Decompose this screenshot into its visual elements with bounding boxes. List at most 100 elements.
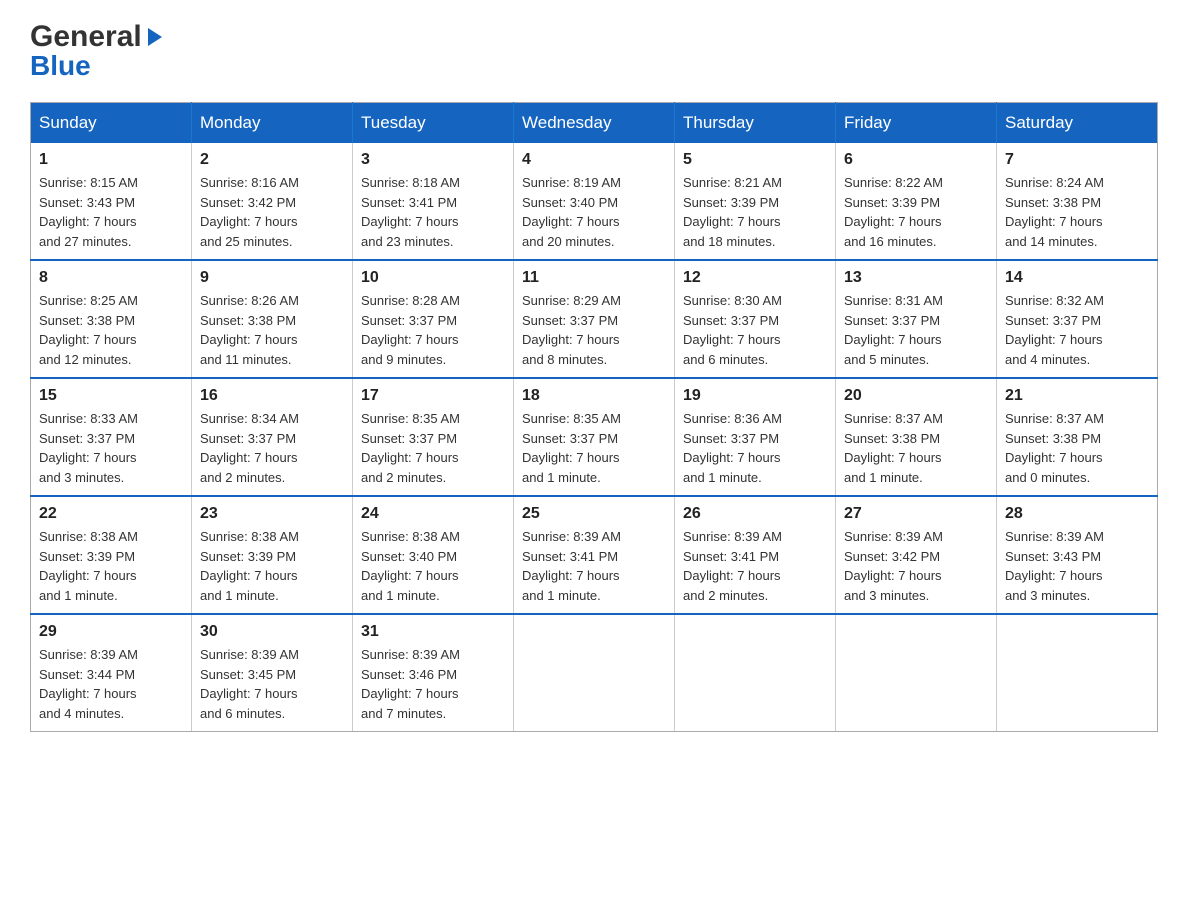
day-number: 9 (200, 269, 344, 287)
weekday-header-friday: Friday (836, 103, 997, 144)
weekday-header-tuesday: Tuesday (353, 103, 514, 144)
day-number: 31 (361, 623, 505, 641)
calendar-header: SundayMondayTuesdayWednesdayThursdayFrid… (31, 103, 1158, 144)
calendar-cell: 11 Sunrise: 8:29 AM Sunset: 3:37 PM Dayl… (514, 260, 675, 378)
day-number: 11 (522, 269, 666, 287)
day-number: 7 (1005, 151, 1149, 169)
calendar-cell: 15 Sunrise: 8:33 AM Sunset: 3:37 PM Dayl… (31, 378, 192, 496)
calendar-week-row: 22 Sunrise: 8:38 AM Sunset: 3:39 PM Dayl… (31, 496, 1158, 614)
day-number: 22 (39, 505, 183, 523)
calendar-cell (997, 614, 1158, 732)
day-info: Sunrise: 8:21 AM Sunset: 3:39 PM Dayligh… (683, 173, 827, 251)
logo-blue-text: Blue (30, 50, 91, 82)
calendar-cell: 24 Sunrise: 8:38 AM Sunset: 3:40 PM Dayl… (353, 496, 514, 614)
day-info: Sunrise: 8:31 AM Sunset: 3:37 PM Dayligh… (844, 291, 988, 369)
calendar-cell: 2 Sunrise: 8:16 AM Sunset: 3:42 PM Dayli… (192, 143, 353, 260)
calendar-cell: 13 Sunrise: 8:31 AM Sunset: 3:37 PM Dayl… (836, 260, 997, 378)
logo-arrow-icon (144, 26, 166, 48)
calendar-cell: 19 Sunrise: 8:36 AM Sunset: 3:37 PM Dayl… (675, 378, 836, 496)
calendar-cell: 30 Sunrise: 8:39 AM Sunset: 3:45 PM Dayl… (192, 614, 353, 732)
calendar-cell: 7 Sunrise: 8:24 AM Sunset: 3:38 PM Dayli… (997, 143, 1158, 260)
day-info: Sunrise: 8:28 AM Sunset: 3:37 PM Dayligh… (361, 291, 505, 369)
calendar-cell: 25 Sunrise: 8:39 AM Sunset: 3:41 PM Dayl… (514, 496, 675, 614)
calendar-week-row: 8 Sunrise: 8:25 AM Sunset: 3:38 PM Dayli… (31, 260, 1158, 378)
calendar-cell: 8 Sunrise: 8:25 AM Sunset: 3:38 PM Dayli… (31, 260, 192, 378)
day-info: Sunrise: 8:18 AM Sunset: 3:41 PM Dayligh… (361, 173, 505, 251)
day-info: Sunrise: 8:30 AM Sunset: 3:37 PM Dayligh… (683, 291, 827, 369)
day-info: Sunrise: 8:32 AM Sunset: 3:37 PM Dayligh… (1005, 291, 1149, 369)
day-number: 24 (361, 505, 505, 523)
day-number: 2 (200, 151, 344, 169)
calendar-cell: 20 Sunrise: 8:37 AM Sunset: 3:38 PM Dayl… (836, 378, 997, 496)
day-info: Sunrise: 8:15 AM Sunset: 3:43 PM Dayligh… (39, 173, 183, 251)
day-info: Sunrise: 8:35 AM Sunset: 3:37 PM Dayligh… (522, 409, 666, 487)
day-number: 3 (361, 151, 505, 169)
calendar-cell: 3 Sunrise: 8:18 AM Sunset: 3:41 PM Dayli… (353, 143, 514, 260)
day-number: 18 (522, 387, 666, 405)
day-number: 19 (683, 387, 827, 405)
calendar-cell (514, 614, 675, 732)
day-number: 26 (683, 505, 827, 523)
weekday-header-wednesday: Wednesday (514, 103, 675, 144)
calendar-cell: 22 Sunrise: 8:38 AM Sunset: 3:39 PM Dayl… (31, 496, 192, 614)
day-info: Sunrise: 8:36 AM Sunset: 3:37 PM Dayligh… (683, 409, 827, 487)
calendar-cell: 31 Sunrise: 8:39 AM Sunset: 3:46 PM Dayl… (353, 614, 514, 732)
calendar-cell: 17 Sunrise: 8:35 AM Sunset: 3:37 PM Dayl… (353, 378, 514, 496)
weekday-header-monday: Monday (192, 103, 353, 144)
logo-line1: General (30, 20, 166, 54)
day-info: Sunrise: 8:39 AM Sunset: 3:44 PM Dayligh… (39, 645, 183, 723)
calendar-cell: 1 Sunrise: 8:15 AM Sunset: 3:43 PM Dayli… (31, 143, 192, 260)
calendar-cell: 21 Sunrise: 8:37 AM Sunset: 3:38 PM Dayl… (997, 378, 1158, 496)
day-info: Sunrise: 8:22 AM Sunset: 3:39 PM Dayligh… (844, 173, 988, 251)
day-number: 4 (522, 151, 666, 169)
day-number: 6 (844, 151, 988, 169)
calendar-week-row: 15 Sunrise: 8:33 AM Sunset: 3:37 PM Dayl… (31, 378, 1158, 496)
calendar-cell: 27 Sunrise: 8:39 AM Sunset: 3:42 PM Dayl… (836, 496, 997, 614)
calendar-cell: 16 Sunrise: 8:34 AM Sunset: 3:37 PM Dayl… (192, 378, 353, 496)
calendar-week-row: 1 Sunrise: 8:15 AM Sunset: 3:43 PM Dayli… (31, 143, 1158, 260)
calendar-cell: 6 Sunrise: 8:22 AM Sunset: 3:39 PM Dayli… (836, 143, 997, 260)
day-info: Sunrise: 8:39 AM Sunset: 3:41 PM Dayligh… (683, 527, 827, 605)
day-info: Sunrise: 8:39 AM Sunset: 3:41 PM Dayligh… (522, 527, 666, 605)
calendar-cell: 23 Sunrise: 8:38 AM Sunset: 3:39 PM Dayl… (192, 496, 353, 614)
calendar-body: 1 Sunrise: 8:15 AM Sunset: 3:43 PM Dayli… (31, 143, 1158, 732)
day-info: Sunrise: 8:39 AM Sunset: 3:43 PM Dayligh… (1005, 527, 1149, 605)
day-number: 23 (200, 505, 344, 523)
day-number: 8 (39, 269, 183, 287)
day-info: Sunrise: 8:38 AM Sunset: 3:40 PM Dayligh… (361, 527, 505, 605)
day-number: 27 (844, 505, 988, 523)
weekday-header-saturday: Saturday (997, 103, 1158, 144)
day-info: Sunrise: 8:19 AM Sunset: 3:40 PM Dayligh… (522, 173, 666, 251)
day-info: Sunrise: 8:38 AM Sunset: 3:39 PM Dayligh… (200, 527, 344, 605)
day-number: 14 (1005, 269, 1149, 287)
calendar-cell: 9 Sunrise: 8:26 AM Sunset: 3:38 PM Dayli… (192, 260, 353, 378)
day-info: Sunrise: 8:39 AM Sunset: 3:46 PM Dayligh… (361, 645, 505, 723)
calendar-cell (675, 614, 836, 732)
day-number: 29 (39, 623, 183, 641)
calendar-table: SundayMondayTuesdayWednesdayThursdayFrid… (30, 102, 1158, 732)
calendar-cell: 18 Sunrise: 8:35 AM Sunset: 3:37 PM Dayl… (514, 378, 675, 496)
day-number: 5 (683, 151, 827, 169)
weekday-header-sunday: Sunday (31, 103, 192, 144)
day-info: Sunrise: 8:37 AM Sunset: 3:38 PM Dayligh… (1005, 409, 1149, 487)
day-info: Sunrise: 8:37 AM Sunset: 3:38 PM Dayligh… (844, 409, 988, 487)
day-number: 13 (844, 269, 988, 287)
calendar-cell: 28 Sunrise: 8:39 AM Sunset: 3:43 PM Dayl… (997, 496, 1158, 614)
calendar-cell: 14 Sunrise: 8:32 AM Sunset: 3:37 PM Dayl… (997, 260, 1158, 378)
day-info: Sunrise: 8:39 AM Sunset: 3:42 PM Dayligh… (844, 527, 988, 605)
day-info: Sunrise: 8:24 AM Sunset: 3:38 PM Dayligh… (1005, 173, 1149, 251)
weekday-header-thursday: Thursday (675, 103, 836, 144)
day-number: 20 (844, 387, 988, 405)
day-info: Sunrise: 8:33 AM Sunset: 3:37 PM Dayligh… (39, 409, 183, 487)
day-number: 21 (1005, 387, 1149, 405)
day-number: 30 (200, 623, 344, 641)
day-number: 1 (39, 151, 183, 169)
day-info: Sunrise: 8:35 AM Sunset: 3:37 PM Dayligh… (361, 409, 505, 487)
calendar-week-row: 29 Sunrise: 8:39 AM Sunset: 3:44 PM Dayl… (31, 614, 1158, 732)
calendar-cell: 5 Sunrise: 8:21 AM Sunset: 3:39 PM Dayli… (675, 143, 836, 260)
day-number: 28 (1005, 505, 1149, 523)
day-info: Sunrise: 8:39 AM Sunset: 3:45 PM Dayligh… (200, 645, 344, 723)
day-number: 17 (361, 387, 505, 405)
calendar-cell: 26 Sunrise: 8:39 AM Sunset: 3:41 PM Dayl… (675, 496, 836, 614)
day-info: Sunrise: 8:25 AM Sunset: 3:38 PM Dayligh… (39, 291, 183, 369)
